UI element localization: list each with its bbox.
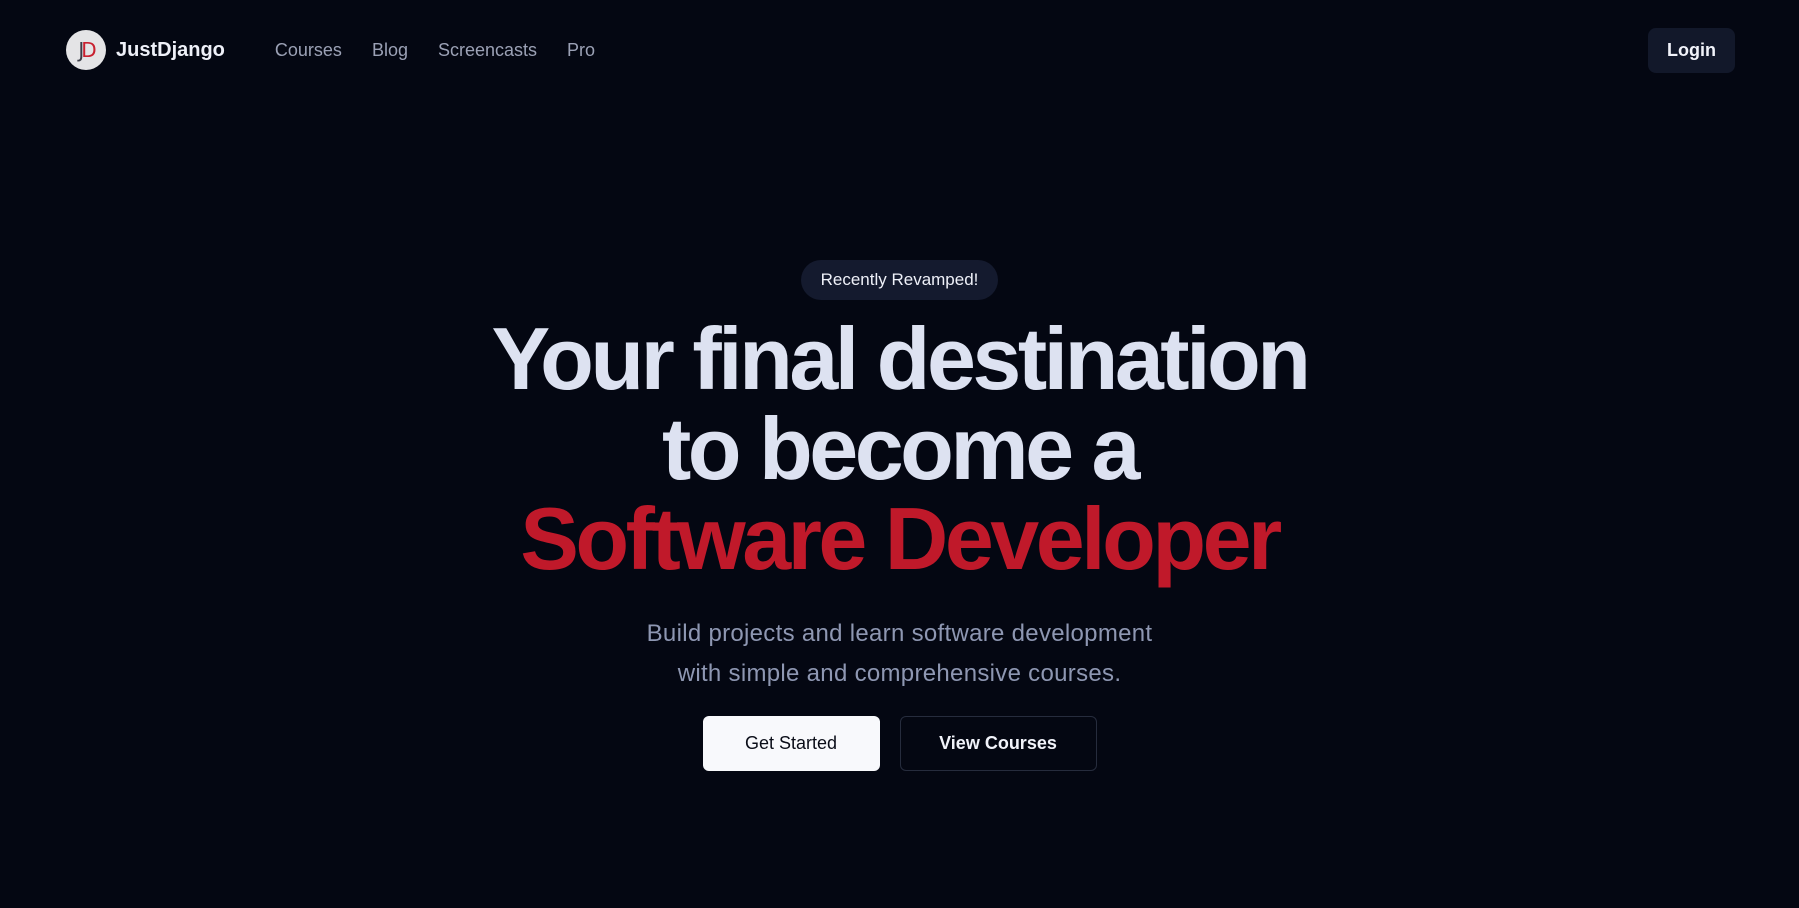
site-header: JD JustDjango Courses Blog Screencasts P…	[0, 0, 1799, 100]
nav-link-courses[interactable]: Courses	[275, 40, 342, 61]
brand-link[interactable]: JD JustDjango	[66, 30, 225, 70]
hero-section: Recently Revamped! Your final destinatio…	[0, 260, 1799, 771]
page: JD JustDjango Courses Blog Screencasts P…	[0, 0, 1799, 908]
hero-headline: Your final destination to become a Softw…	[491, 309, 1311, 588]
recently-revamped-badge: Recently Revamped!	[800, 260, 999, 300]
headline-line-2: to become a	[662, 399, 1140, 498]
cta-row: Get Started View Courses	[702, 716, 1097, 771]
nav-link-screencasts[interactable]: Screencasts	[438, 40, 537, 61]
subtitle-line-1: Build projects and learn software develo…	[646, 620, 1153, 647]
subtitle-line-2: with simple and comprehensive courses.	[677, 660, 1122, 687]
login-button[interactable]: Login	[1648, 27, 1735, 73]
nav-link-pro[interactable]: Pro	[567, 40, 595, 61]
main-nav: Courses Blog Screencasts Pro	[275, 40, 625, 61]
get-started-button[interactable]: Get Started	[702, 716, 880, 771]
headline-accent: Software Developer	[520, 489, 1282, 588]
logo-letter-d: D	[81, 38, 97, 62]
hero-subtitle: Build projects and learn software develo…	[647, 614, 1153, 694]
view-courses-button[interactable]: View Courses	[899, 716, 1097, 771]
brand-name: JustDjango	[116, 38, 225, 61]
justdjango-logo-icon: JD	[66, 30, 106, 70]
headline-line-1: Your final destination	[491, 309, 1311, 408]
nav-link-blog[interactable]: Blog	[372, 40, 408, 61]
